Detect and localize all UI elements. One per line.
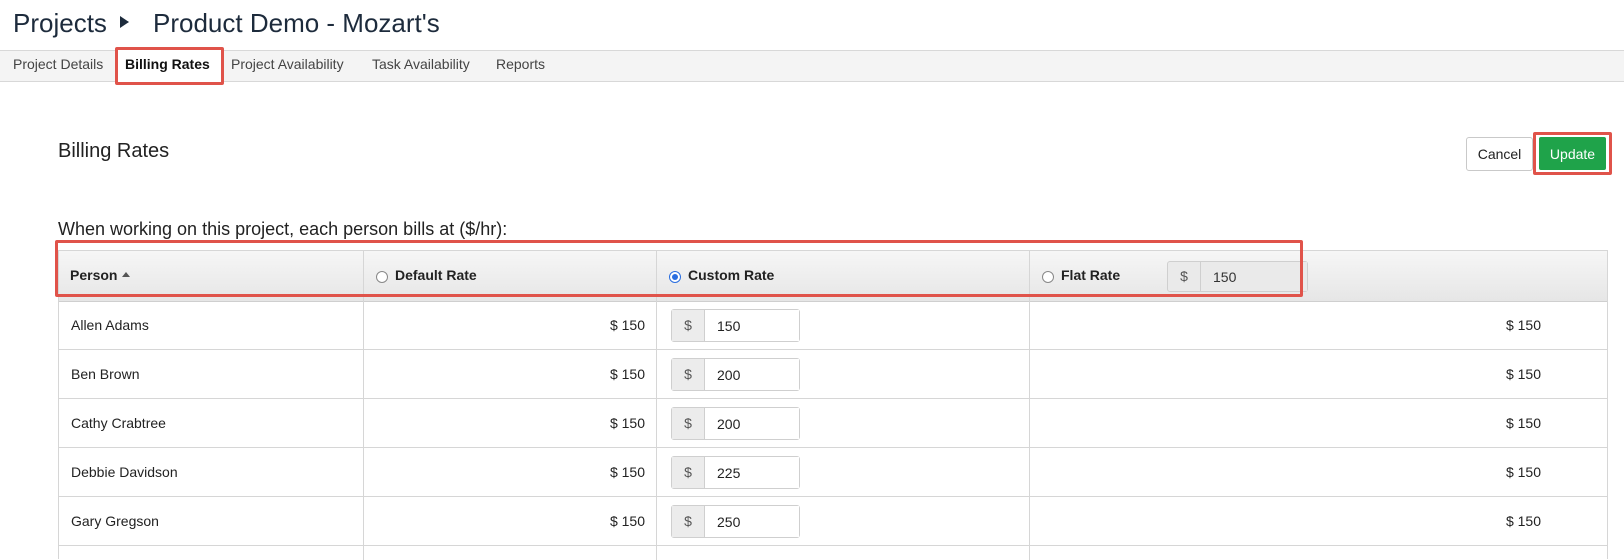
currency-addon: $	[672, 310, 705, 341]
default-rate-value: $ 150	[609, 415, 645, 431]
table-row: Debbie Davidson $ 150 $ $ 150	[59, 448, 1607, 497]
custom-rate-input[interactable]	[705, 506, 799, 537]
custom-rate-input-group: $	[671, 309, 800, 342]
table-row: Ben Brown $ 150 $ $ 150	[59, 350, 1607, 399]
tab-project-details[interactable]: Project Details	[13, 56, 103, 72]
person-name: Debbie Davidson	[71, 464, 178, 480]
flat-rate-value: $ 150	[1505, 366, 1541, 382]
default-rate-value: $ 150	[609, 513, 645, 529]
breadcrumb-arrow-icon	[120, 16, 129, 28]
custom-rate-input-group: $	[671, 407, 800, 440]
flat-rate-value: $ 150	[1505, 464, 1541, 480]
table-row: Allen Adams $ 150 $ $ 150	[59, 301, 1607, 350]
flat-rate-value: $ 150	[1505, 317, 1541, 333]
default-rate-value: $ 150	[609, 464, 645, 480]
annotation-highlight-header	[55, 240, 1303, 297]
update-button[interactable]: Update	[1539, 137, 1606, 170]
breadcrumb-projects-link[interactable]: Projects	[13, 8, 107, 39]
flat-rate-value: $ 150	[1505, 415, 1541, 431]
person-name: Ben Brown	[71, 366, 140, 382]
tab-billing-rates[interactable]: Billing Rates	[125, 56, 210, 72]
custom-rate-input-group: $	[671, 456, 800, 489]
flat-rate-value: $ 150	[1505, 513, 1541, 529]
intro-text: When working on this project, each perso…	[58, 219, 508, 239]
default-rate-value: $ 150	[609, 366, 645, 382]
custom-rate-input[interactable]	[705, 408, 799, 439]
tab-project-availability[interactable]: Project Availability	[231, 56, 344, 72]
custom-rate-input-group: $	[671, 505, 800, 538]
section-title: Billing Rates	[58, 140, 170, 162]
person-name: Cathy Crabtree	[71, 415, 166, 431]
currency-addon: $	[672, 506, 705, 537]
default-rate-value: $ 150	[609, 317, 645, 333]
table-row: Cathy Crabtree $ 150 $ $ 150	[59, 399, 1607, 448]
tab-task-availability[interactable]: Task Availability	[372, 56, 470, 72]
custom-rate-input[interactable]	[705, 310, 799, 341]
table-row: Gary Gregson $ 150 $ $ 150	[59, 497, 1607, 546]
breadcrumb: Projects Product Demo - Mozart's	[0, 0, 1624, 50]
currency-addon: $	[672, 457, 705, 488]
tab-reports[interactable]: Reports	[496, 56, 545, 72]
custom-rate-input[interactable]	[705, 457, 799, 488]
custom-rate-input-group: $	[671, 358, 800, 391]
custom-rate-input[interactable]	[705, 359, 799, 390]
person-name: Allen Adams	[71, 317, 149, 333]
person-name: Gary Gregson	[71, 513, 159, 529]
page-title: Product Demo - Mozart's	[153, 8, 440, 38]
currency-addon: $	[672, 408, 705, 439]
cancel-button[interactable]: Cancel	[1466, 137, 1533, 171]
annotation-highlight-update: Update	[1533, 132, 1612, 175]
currency-addon: $	[672, 359, 705, 390]
